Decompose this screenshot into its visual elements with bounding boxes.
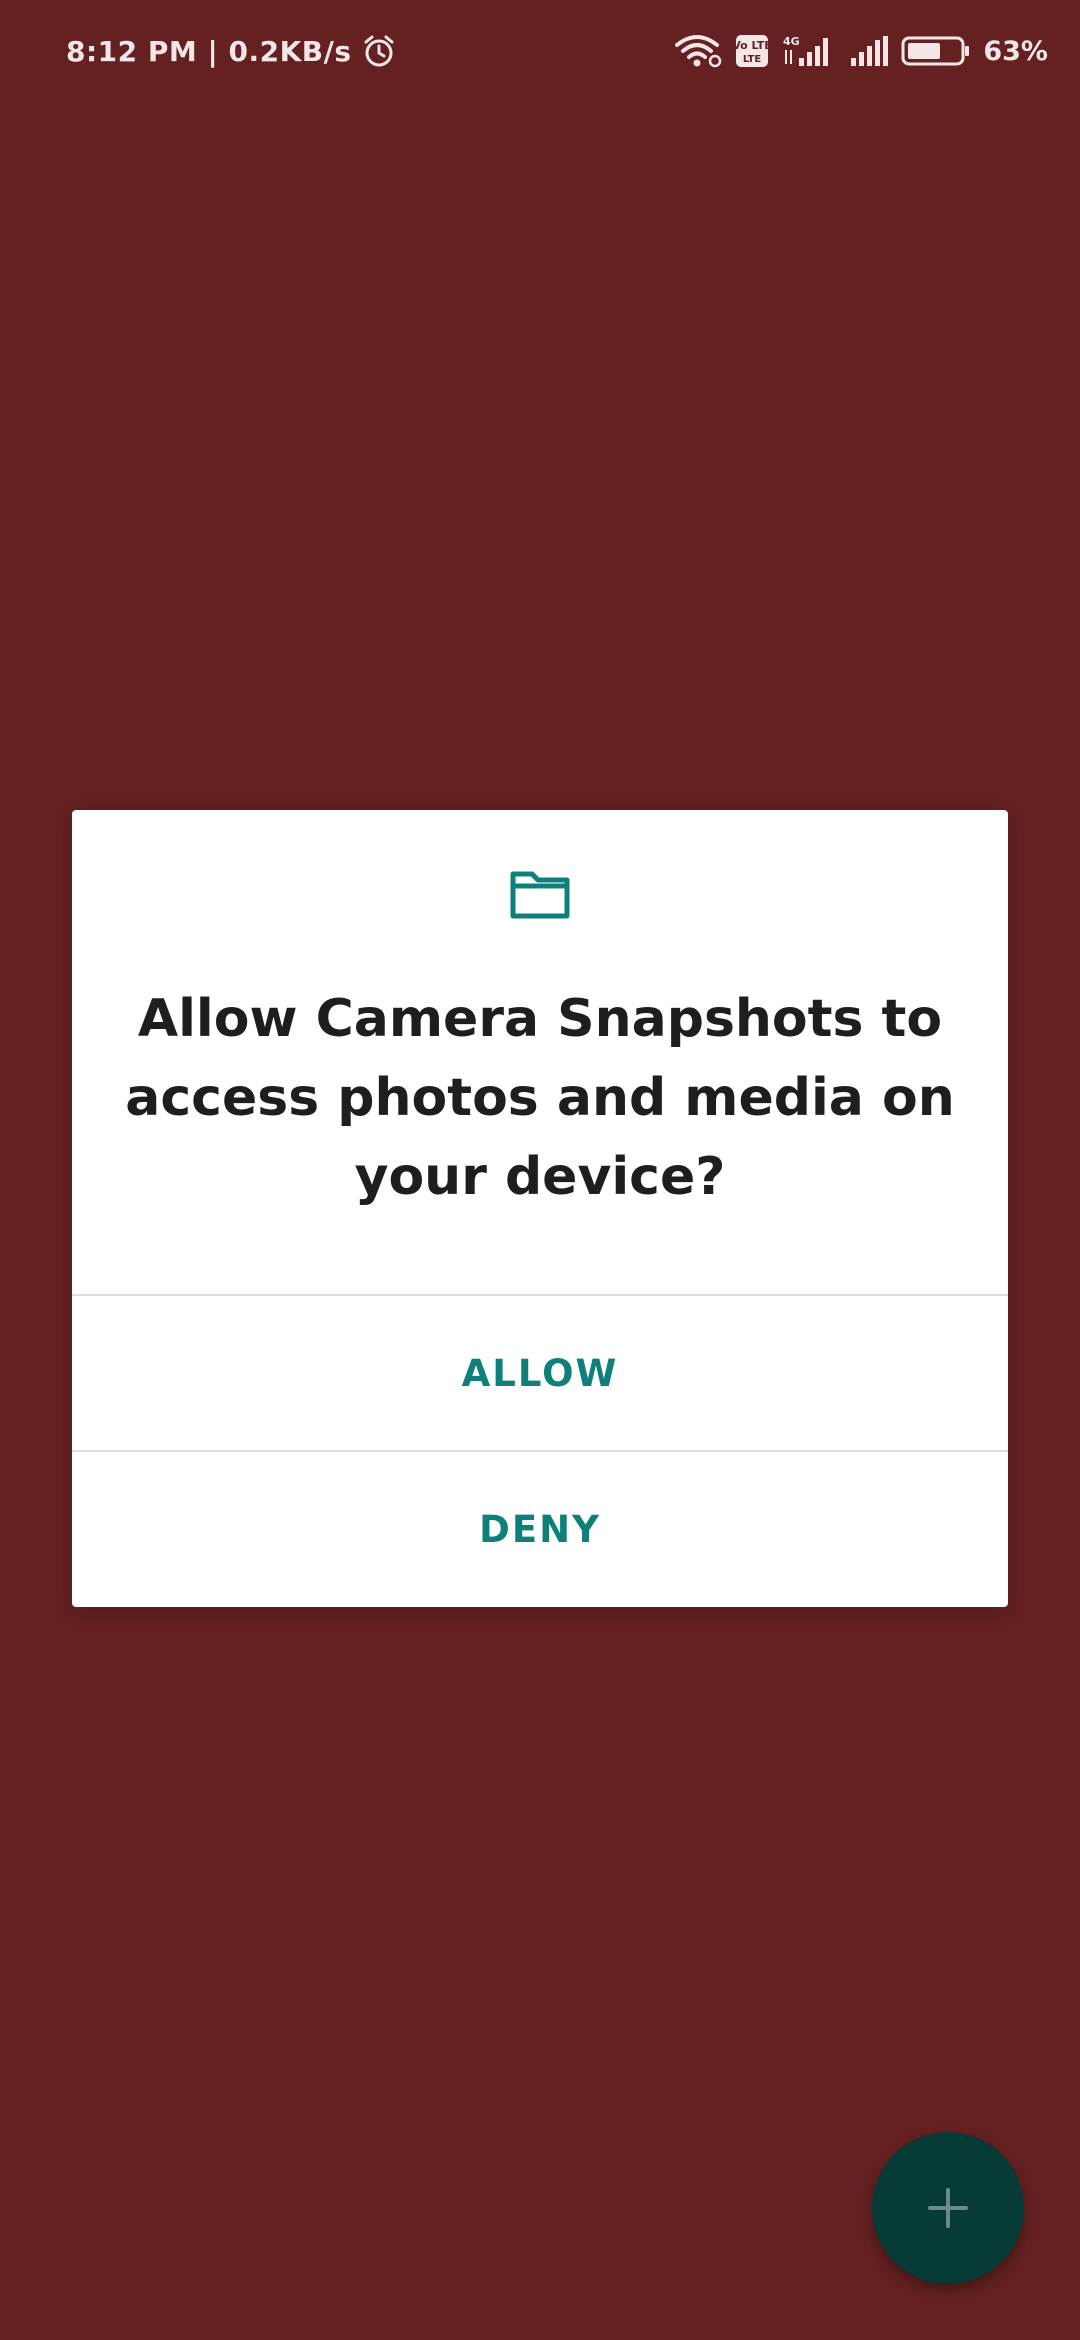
battery-icon [901,36,970,66]
dialog-message: Allow Camera Snapshots to access photos … [125,989,955,1207]
wifi-icon [675,35,722,68]
status-left: 8:12 PM | 0.2KB/s [66,30,396,72]
alarm-icon [364,35,394,67]
svg-text:Vo LTE: Vo LTE [735,39,769,52]
time-and-speed: 8:12 PM | 0.2KB/s [66,34,352,68]
status-right: Vo LTE LTE 4G 63% [675,30,1048,72]
allow-button[interactable]: ALLOW [72,1296,1008,1450]
signal-4g-icon: 4G [783,35,829,66]
battery-percent: 63% [983,35,1048,67]
svg-text:LTE: LTE [743,54,762,65]
plus-icon [928,2188,968,2228]
volte-icon: Vo LTE LTE [735,35,769,67]
svg-text:4G: 4G [783,35,800,48]
add-button[interactable] [872,2132,1024,2284]
deny-button[interactable]: DENY [72,1452,1008,1606]
status-bar: 8:12 PM | 0.2KB/s Vo LTE LTE 4G 63% [0,0,1080,100]
permission-dialog: Allow Camera Snapshots to access photos … [72,810,1008,1607]
dialog-header: Allow Camera Snapshots to access photos … [72,810,1008,1294]
signal-icon [851,36,889,66]
folder-icon [510,871,570,919]
